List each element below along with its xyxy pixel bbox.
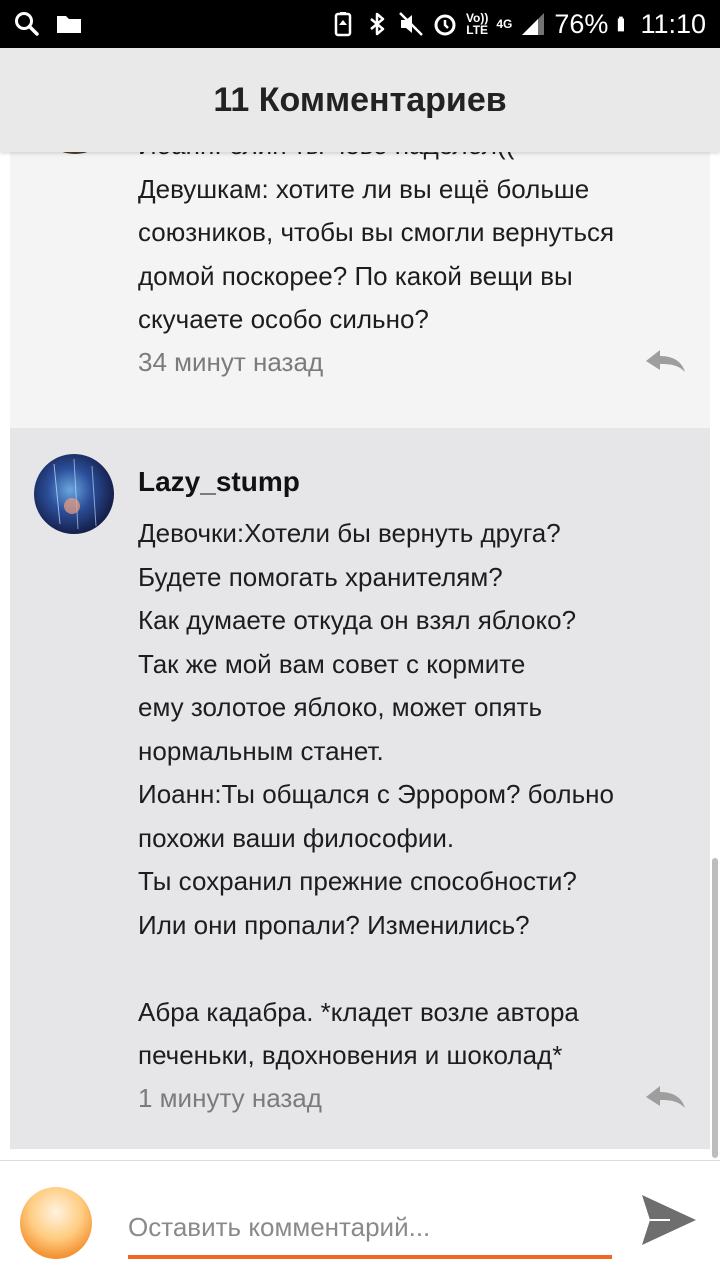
avatar[interactable] [36,152,114,154]
comment-author[interactable]: Lazy_stump [138,466,300,498]
signal-icon [522,13,545,35]
reply-icon[interactable] [644,348,686,374]
folder-icon [57,16,81,33]
battery-percent: 76% [554,8,609,39]
clock: 11:10 [640,8,706,39]
avatar [20,1187,92,1259]
network-type-indicator: 4G [496,17,513,31]
comment-text: Иоанн: блин ты чево наделол(( Девушкам: … [138,152,615,334]
comment-text: Девочки:Хотели бы вернуть друга? Будете … [138,518,614,1070]
comments-list[interactable]: Иоанн: блин ты чево наделол(( Девушкам: … [0,152,720,1160]
page-title: 11 Комментариев [0,48,720,152]
comment-composer [0,1160,720,1281]
battery-saver-icon [334,12,352,37]
bluetooth-icon [370,12,385,36]
comment-time: 34 минут назад [138,347,324,377]
mute-icon [399,12,423,36]
alarm-icon [434,14,456,36]
battery-icon [618,16,625,32]
comment-input[interactable] [128,1199,612,1259]
reply-icon[interactable] [644,1084,686,1110]
send-icon[interactable] [640,1193,698,1247]
avatar[interactable] [34,454,114,534]
comment-item: Lazy_stump Девочки:Хотели бы вернуть дру… [10,428,710,1149]
status-bar: Vo)) LTE 4G 76% 11:10 [0,0,720,48]
search-icon [15,12,39,36]
volte-indicator: Vo)) LTE [465,11,489,37]
comment-time: 1 минуту назад [138,1083,322,1113]
avatar-image [53,458,97,530]
scrollbar[interactable] [712,858,718,1158]
